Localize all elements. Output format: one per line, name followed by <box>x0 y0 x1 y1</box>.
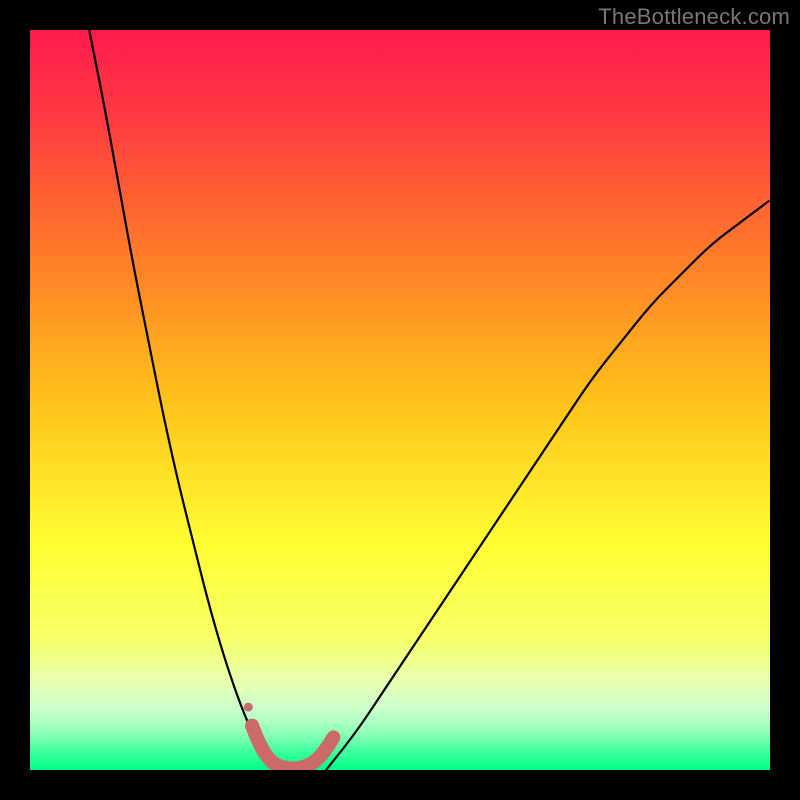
markers-group <box>244 703 253 712</box>
marker-left-dot <box>244 703 253 712</box>
plot-area <box>30 30 770 770</box>
chart-svg <box>30 30 770 770</box>
gradient-background <box>30 30 770 770</box>
chart-frame: TheBottleneck.com <box>0 0 800 800</box>
watermark-text: TheBottleneck.com <box>598 4 790 30</box>
